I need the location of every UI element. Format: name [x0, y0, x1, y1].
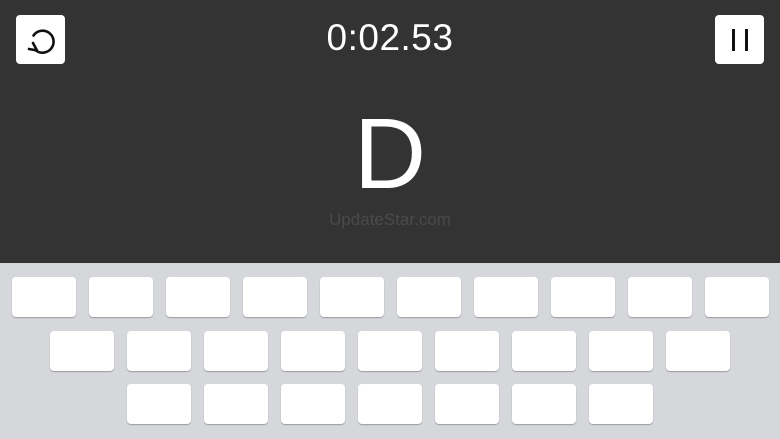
keyboard-key[interactable]	[666, 331, 730, 371]
keyboard-key[interactable]	[204, 384, 268, 424]
keyboard-key[interactable]	[435, 331, 499, 371]
keyboard-key[interactable]	[589, 331, 653, 371]
keyboard-key[interactable]	[127, 331, 191, 371]
keyboard-row-1	[0, 277, 780, 317]
keyboard-key[interactable]	[358, 384, 422, 424]
game-display-area: 0:02.53 D UpdateStar.com	[0, 0, 780, 263]
keyboard-key[interactable]	[281, 384, 345, 424]
keyboard-key[interactable]	[281, 331, 345, 371]
keyboard-key[interactable]	[358, 331, 422, 371]
keyboard-key[interactable]	[435, 384, 499, 424]
keyboard-key[interactable]	[11, 277, 76, 317]
keyboard-key[interactable]	[88, 277, 153, 317]
keyboard-key[interactable]	[627, 277, 692, 317]
keyboard-key[interactable]	[50, 331, 114, 371]
keyboard-key[interactable]	[512, 331, 576, 371]
on-screen-keyboard	[0, 263, 780, 439]
keyboard-key[interactable]	[589, 384, 653, 424]
keyboard-row-2	[0, 331, 780, 371]
keyboard-key[interactable]	[396, 277, 461, 317]
keyboard-key[interactable]	[512, 384, 576, 424]
pause-button[interactable]	[715, 15, 764, 64]
keyboard-key[interactable]	[319, 277, 384, 317]
keyboard-key[interactable]	[165, 277, 230, 317]
keyboard-key[interactable]	[127, 384, 191, 424]
keyboard-key[interactable]	[242, 277, 307, 317]
elapsed-timer: 0:02.53	[326, 17, 454, 58]
target-letter: D	[353, 98, 427, 210]
keyboard-key[interactable]	[704, 277, 769, 317]
watermark-text: UpdateStar.com	[329, 210, 451, 229]
keyboard-key[interactable]	[550, 277, 615, 317]
keyboard-row-3	[0, 384, 780, 424]
typing-game-screen: 0:02.53 D UpdateStar.com	[0, 0, 780, 439]
keyboard-key[interactable]	[204, 331, 268, 371]
pause-icon	[731, 28, 748, 51]
keyboard-key[interactable]	[473, 277, 538, 317]
